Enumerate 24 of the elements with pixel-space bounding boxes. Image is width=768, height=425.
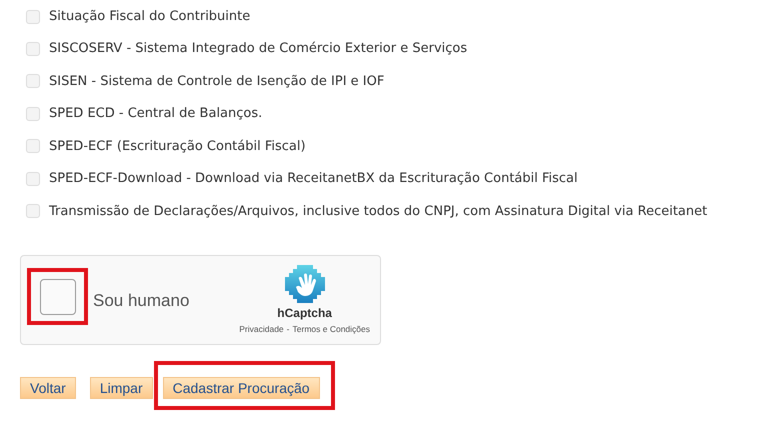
checkbox[interactable] (26, 172, 40, 186)
checkbox[interactable] (26, 74, 40, 88)
checkbox-label: SPED-ECF-Download - Download via ReceitanetBX da Escrituração Contábil Fiscal (49, 171, 578, 186)
checkbox-label: SISCOSERV - Sistema Integrado de Comércio Exterior e Serviços (49, 41, 468, 56)
checkbox-label: Situação Fiscal do Contribuinte (49, 9, 250, 24)
separator: - (286, 324, 290, 334)
checkbox[interactable] (26, 10, 40, 24)
brand-name: hCaptcha (277, 306, 332, 320)
checkbox[interactable] (26, 106, 40, 121)
checkbox-label: SPED ECD - Central de Balanços. (49, 106, 262, 122)
checkbox-label: SPED-ECF (Escrituração Contábil Fiscal) (49, 138, 306, 154)
captcha-label: Sou humano (93, 291, 190, 311)
logo-icon (284, 265, 325, 303)
captcha-checkbox[interactable] (40, 278, 76, 314)
checkbox[interactable] (26, 139, 40, 154)
checkbox[interactable] (26, 42, 40, 56)
form-button[interactable]: Limpar (90, 377, 153, 399)
checkbox[interactable] (26, 204, 40, 218)
privacy-link[interactable]: Privacidade (239, 324, 284, 334)
checkbox-label: SISEN - Sistema de Controle de Isenção de IPI e IOF (49, 74, 384, 89)
checkbox-label: Transmissão de Declarações/Arquivos, inclusive todos do CNPJ, com Assinatura Digital via Receitanet (49, 204, 708, 219)
terms-link[interactable]: Termos e Condições (292, 324, 370, 334)
form-button[interactable]: Cadastrar Procuração (162, 377, 320, 399)
back-button[interactable]: Voltar (20, 377, 76, 399)
